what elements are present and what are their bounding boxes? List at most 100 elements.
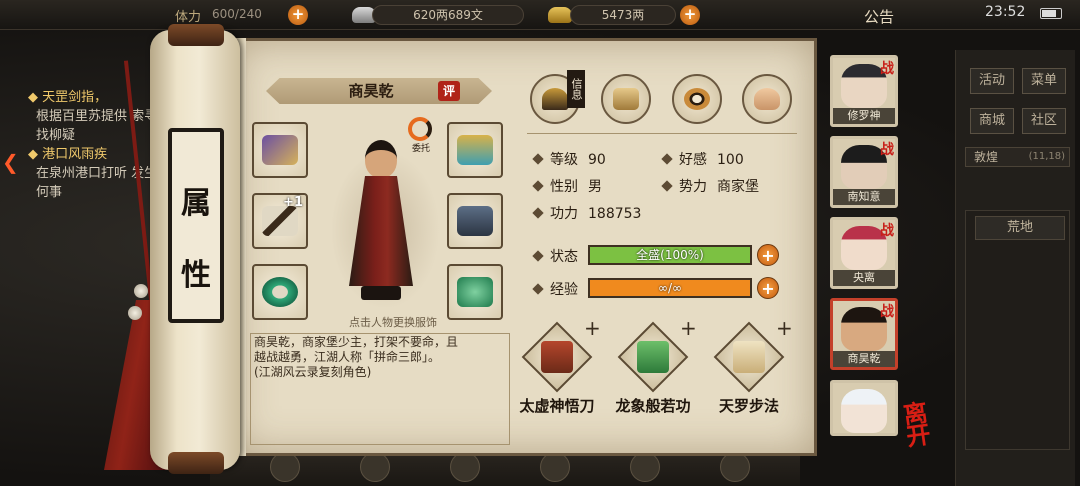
panel-title-char: 性 xyxy=(181,258,211,293)
battery-icon xyxy=(1040,8,1062,19)
state-bar-text: 全盛(100%) xyxy=(636,248,704,262)
scroll-icon xyxy=(733,341,765,373)
party-member-name: 商昊乾 xyxy=(833,351,895,367)
skill-name: 龙象般若功 xyxy=(615,397,691,415)
menu-button[interactable]: 菜单 xyxy=(1022,68,1066,94)
equip-slot-ring[interactable] xyxy=(252,264,308,320)
bottom-icon[interactable] xyxy=(360,452,390,482)
bottom-icon[interactable] xyxy=(720,452,750,482)
equip-slot-gloves[interactable] xyxy=(252,122,308,178)
equip-slot-armor[interactable] xyxy=(447,193,503,249)
community-button[interactable]: 社区 xyxy=(1022,108,1066,134)
bottom-icon[interactable] xyxy=(270,452,300,482)
activity-button[interactable]: 活动 xyxy=(970,68,1014,94)
shop-button[interactable]: 商城 xyxy=(970,108,1014,134)
panel-title-plaque: 属 性 xyxy=(168,128,224,323)
party-member-name: 央离 xyxy=(833,270,895,286)
entrust-icon xyxy=(408,117,432,141)
exp-label: 经验 xyxy=(532,279,578,299)
diamond-bullet-icon xyxy=(532,207,544,219)
party-member[interactable] xyxy=(830,380,898,436)
entrust-button[interactable]: 委托 xyxy=(408,117,434,155)
map-icon xyxy=(613,88,639,110)
scroll-cap-bottom xyxy=(168,452,224,474)
rate-button[interactable]: 评 xyxy=(438,81,460,101)
bottom-icon[interactable] xyxy=(450,452,480,482)
add-exp-button[interactable]: + xyxy=(757,277,779,299)
jade-ring-icon xyxy=(262,277,298,307)
area-button[interactable]: 荒地 xyxy=(975,216,1065,240)
restore-state-button[interactable]: + xyxy=(757,244,779,266)
skill-slot[interactable]: + xyxy=(617,316,697,393)
area-panel xyxy=(965,210,1070,450)
stat-favor: 好感 100 xyxy=(661,149,744,169)
diamond-bullet-icon xyxy=(532,250,544,262)
skill-add-icon[interactable]: + xyxy=(776,316,793,340)
bio-line: (江湖风云录复刻角色) xyxy=(254,365,372,379)
armor-icon xyxy=(457,206,493,236)
equip-slot-weapon[interactable]: +1 xyxy=(252,193,308,249)
in-battle-tag: 战 xyxy=(880,142,894,158)
skill-name: 天罗步法 xyxy=(718,397,779,415)
quest-title: 天罡剑指， xyxy=(42,90,108,105)
bottom-icon[interactable] xyxy=(630,452,660,482)
gold-value: 5473两 xyxy=(570,5,676,25)
quest-title: 港口风雨疾 xyxy=(42,147,108,162)
stat-label: 势力 xyxy=(679,179,707,195)
exp-bar-text: ∞/∞ xyxy=(657,281,683,295)
party-member-name: 南知意 xyxy=(833,189,895,205)
stat-level: 等级 90 xyxy=(532,149,606,169)
quest-item[interactable]: ◆ 天罡剑指， 根据百里苏提供 索寻找柳疑 xyxy=(28,88,158,145)
helmet-icon xyxy=(457,135,493,165)
spear-icon xyxy=(262,206,298,236)
exp-bar: ∞/∞ xyxy=(588,278,752,298)
character-portrait[interactable] xyxy=(345,140,415,305)
weapon-upgrade-level: +1 xyxy=(283,195,303,210)
skill-slot[interactable]: + xyxy=(521,316,601,393)
character-robe xyxy=(349,176,413,286)
scroll-cap-top xyxy=(168,24,224,46)
skill-slot[interactable]: + xyxy=(713,316,793,393)
tab-map[interactable] xyxy=(601,74,651,124)
skill-add-icon[interactable]: + xyxy=(680,316,697,340)
stat-gender: 性别男 xyxy=(532,176,602,196)
party-member-name: 修罗神 xyxy=(833,108,895,124)
state-label: 状态 xyxy=(532,246,578,266)
location-coords: (11,18) xyxy=(1028,151,1065,162)
stat-label: 性别 xyxy=(550,179,578,195)
jade-pendant-icon xyxy=(457,277,493,307)
tab-bagua[interactable] xyxy=(672,74,722,124)
add-gold-button[interactable]: + xyxy=(680,5,700,25)
tab-meridian[interactable] xyxy=(742,74,792,124)
stat-label: 等级 xyxy=(550,152,578,168)
diamond-bullet-icon xyxy=(661,180,673,192)
gloves-icon xyxy=(262,135,298,165)
info-tab-label: 信息 xyxy=(567,70,585,108)
bio-line: 商昊乾，商家堡少主，打架不要命，且 xyxy=(254,335,459,349)
in-battle-tag: 战 xyxy=(880,304,894,320)
diamond-bullet-icon xyxy=(532,153,544,165)
stamina-value: 600/240 xyxy=(212,7,262,21)
equip-slot-accessory[interactable] xyxy=(447,264,503,320)
announcement-button[interactable]: 公告 xyxy=(864,6,894,27)
add-stamina-button[interactable]: + xyxy=(288,5,308,25)
stat-value: 188753 xyxy=(588,206,642,222)
bottom-icon[interactable] xyxy=(540,452,570,482)
equip-slot-helmet[interactable] xyxy=(447,122,503,178)
stat-faction: 势力 商家堡 xyxy=(661,176,759,196)
silver-value: 620两689文 xyxy=(372,5,524,25)
location-display: 敦煌 (11,18) xyxy=(965,147,1070,167)
stat-value: 100 xyxy=(717,152,744,168)
stats-divider xyxy=(527,133,797,134)
stat-label: 好感 xyxy=(679,152,707,168)
stat-value: 商家堡 xyxy=(717,179,759,195)
in-battle-tag: 战 xyxy=(880,223,894,239)
collapse-arrow-icon[interactable]: ❮ xyxy=(2,150,19,174)
location-name: 敦煌 xyxy=(974,150,999,164)
skill-add-icon[interactable]: + xyxy=(584,316,601,340)
diamond-bullet-icon xyxy=(661,153,673,165)
bio-line: 越战越勇，江湖人称「拼命三郎」。 xyxy=(254,350,441,364)
clock: 23:52 xyxy=(985,4,1026,20)
stat-value: 90 xyxy=(588,152,606,168)
stat-power: 功力 188753 xyxy=(532,203,642,223)
